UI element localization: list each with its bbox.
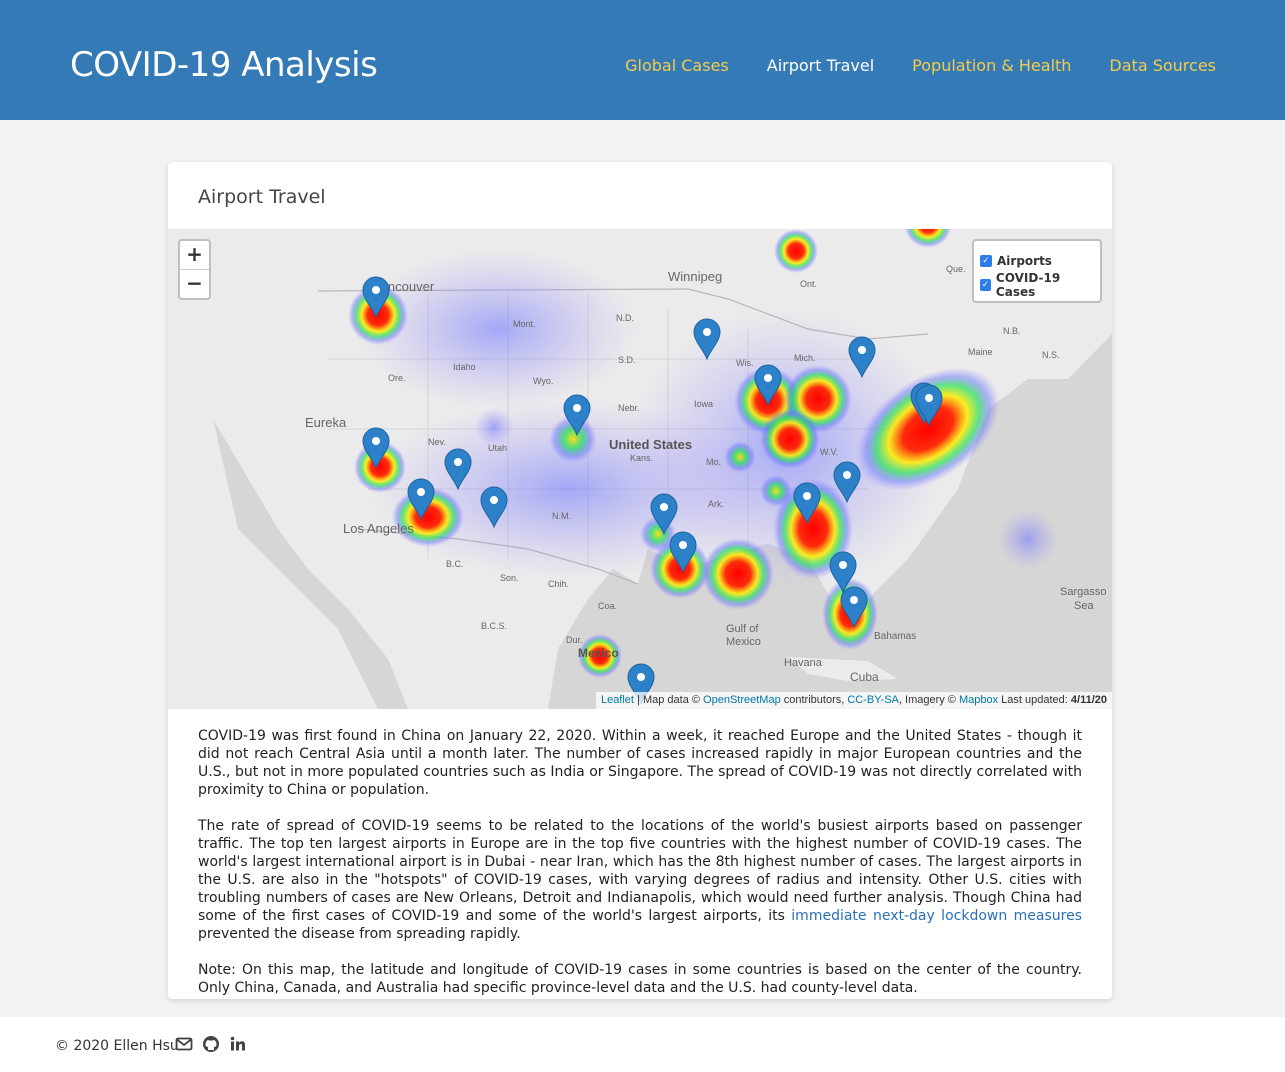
label-nm: N.M. <box>552 511 571 521</box>
label-bahamas: Bahamas <box>874 631 916 642</box>
zoom-in-button[interactable]: + <box>180 241 209 270</box>
card-title: Airport Travel <box>198 186 326 208</box>
content-card: Airport Travel Winnipeg Vancouver Eureka… <box>168 162 1112 999</box>
label-cuba: Cuba <box>850 670 879 684</box>
label-winnipeg: Winnipeg <box>668 269 722 284</box>
label-ont: Ont. <box>800 279 817 289</box>
envelope-icon[interactable] <box>175 1035 193 1053</box>
nav-population-health[interactable]: Population & Health <box>912 56 1071 75</box>
layer-airports-toggle[interactable]: ✓ Airports <box>980 249 1094 273</box>
map-container[interactable]: Winnipeg Vancouver Eureka Los Angeles Un… <box>168 229 1112 709</box>
map-attribution: Leaflet | Map data © OpenStreetMap contr… <box>595 692 1112 709</box>
label-chih: Chih. <box>548 579 569 589</box>
paragraph-note: Note: On this map, the latitude and long… <box>198 962 1082 996</box>
label-utah: Utah <box>488 443 507 453</box>
attribution-text: , Imagery © <box>898 694 959 706</box>
layer-control: ✓ Airports ✓ COVID-19 Cases <box>972 239 1102 303</box>
site-brand[interactable]: COVID-19 Analysis <box>70 45 378 85</box>
attribution-text: Last updated: <box>998 694 1071 706</box>
label-mo: Mo. <box>706 457 721 467</box>
label-united-states: United States <box>609 437 692 452</box>
label-son: Son. <box>500 573 519 583</box>
label-havana: Havana <box>784 657 823 669</box>
label-bc: B.C. <box>446 559 464 569</box>
label-wv: W.V. <box>820 447 838 457</box>
label-mont: Mont. <box>513 319 536 329</box>
layer-covid-label: COVID-19 Cases <box>995 271 1061 299</box>
label-nev: Nev. <box>428 437 446 447</box>
lockdown-link[interactable]: immediate next-day lockdown measures <box>791 908 1082 924</box>
label-maine: Maine <box>968 347 993 357</box>
label-bcs: B.C.S. <box>481 621 507 631</box>
label-ns: N.S. <box>1042 350 1060 360</box>
label-ore: Ore. <box>388 373 406 383</box>
nav-data-sources[interactable]: Data Sources <box>1109 56 1216 75</box>
label-sea: Sea <box>1074 600 1094 612</box>
attribution-text: contributors, <box>780 694 848 706</box>
layer-airports-label: Airports <box>997 254 1052 268</box>
label-gulf: Gulf of <box>726 623 759 635</box>
leaflet-link[interactable]: Leaflet <box>601 694 634 706</box>
ccbysa-link[interactable]: CC-BY-SA <box>847 694 899 706</box>
nav-global-cases[interactable]: Global Cases <box>625 56 729 75</box>
paragraph-text: prevented the disease from spreading rap… <box>198 926 521 942</box>
linkedin-icon[interactable] <box>229 1035 247 1053</box>
label-idaho: Idaho <box>453 362 476 372</box>
paragraph-intro: COVID-19 was first found in China on Jan… <box>198 728 1082 798</box>
nav-airport-travel[interactable]: Airport Travel <box>767 56 874 75</box>
analysis-text: COVID-19 was first found in China on Jan… <box>198 727 1082 1015</box>
label-wyo: Wyo. <box>533 376 553 386</box>
label-mich: Mich. <box>794 353 816 363</box>
osm-link[interactable]: OpenStreetMap <box>703 694 781 706</box>
map-canvas[interactable]: Winnipeg Vancouver Eureka Los Angeles Un… <box>168 229 1112 709</box>
copyright-text: © 2020 Ellen Hsu <box>55 1038 179 1054</box>
label-wis: Wis. <box>736 358 754 368</box>
last-updated-date: 4/11/20 <box>1070 694 1107 706</box>
site-footer: © 2020 Ellen Hsu <box>0 1017 1285 1072</box>
github-icon[interactable] <box>202 1035 220 1053</box>
label-que: Que. <box>946 264 966 274</box>
mapbox-link[interactable]: Mapbox <box>959 694 998 706</box>
checkbox-checked-icon[interactable]: ✓ <box>980 279 991 291</box>
label-sargasso: Sargasso <box>1060 586 1106 598</box>
label-sd: S.D. <box>618 355 636 365</box>
label-mexico-sea: Mexico <box>726 636 761 648</box>
attribution-text: | Map data © <box>633 694 704 706</box>
label-mexico-country: Mexico <box>578 646 619 660</box>
label-kans: Kans. <box>630 453 653 463</box>
label-nd: N.D. <box>616 313 634 323</box>
checkbox-checked-icon[interactable]: ✓ <box>980 255 992 267</box>
main-nav: Global Cases Airport Travel Population &… <box>587 56 1216 75</box>
site-header: COVID-19 Analysis Global Cases Airport T… <box>0 0 1285 120</box>
label-ark: Ark. <box>708 499 724 509</box>
label-iowa: Iowa <box>694 399 713 409</box>
zoom-out-button[interactable]: − <box>180 270 209 299</box>
label-eureka: Eureka <box>305 415 347 430</box>
social-links <box>175 1035 247 1053</box>
zoom-control: + − <box>178 239 211 300</box>
label-los-angeles: Los Angeles <box>343 521 414 536</box>
layer-covid-toggle[interactable]: ✓ COVID-19 Cases <box>980 271 1094 299</box>
label-dur: Dur. <box>566 635 583 645</box>
paragraph-airports: The rate of spread of COVID-19 seems to … <box>198 817 1082 943</box>
label-coa: Coa. <box>598 601 617 611</box>
label-nebr: Nebr. <box>618 403 640 413</box>
label-nb: N.B. <box>1003 326 1021 336</box>
